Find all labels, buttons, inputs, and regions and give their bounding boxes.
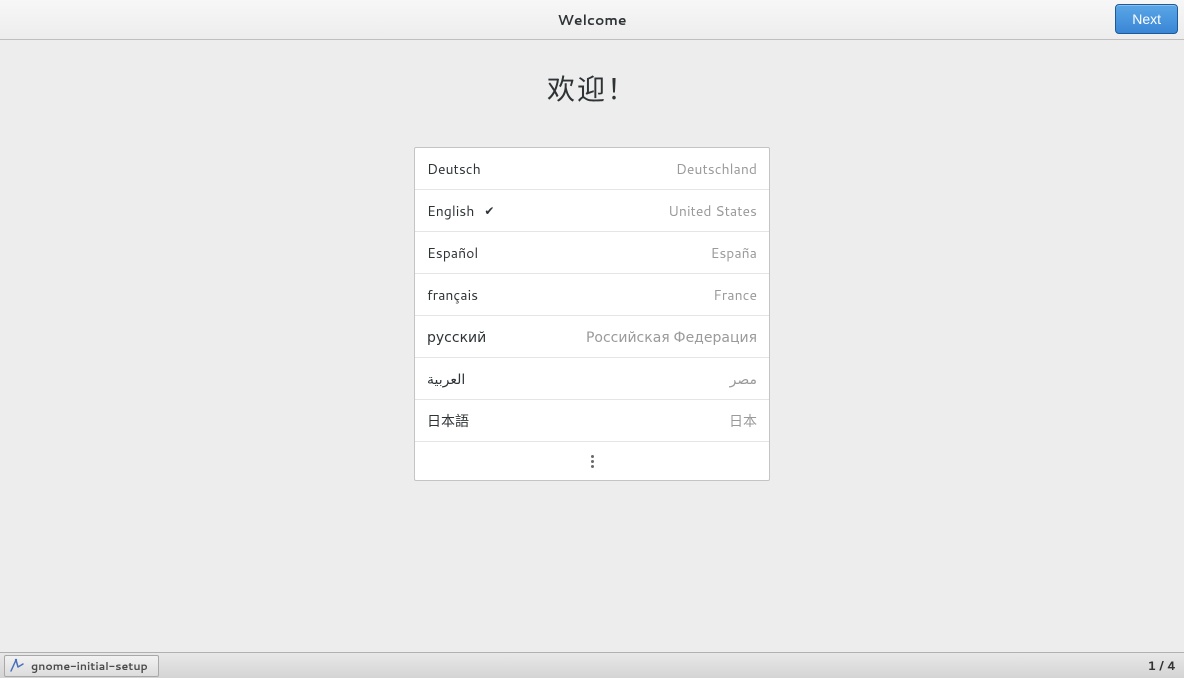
language-row-japanese[interactable]: 日本語 日本 bbox=[415, 400, 769, 442]
language-list: Deutsch Deutschland English ✔ United Sta… bbox=[414, 147, 770, 481]
language-country: España bbox=[711, 243, 757, 263]
language-name: français bbox=[427, 285, 478, 305]
language-country: France bbox=[713, 285, 757, 305]
main-content: 欢迎！ Deutsch Deutschland English ✔ United… bbox=[0, 40, 1184, 481]
language-name: русский bbox=[427, 327, 486, 347]
header-bar: Welcome Next bbox=[0, 0, 1184, 40]
taskbar-app-button[interactable]: gnome-initial-setup bbox=[4, 655, 159, 677]
language-country: United States bbox=[668, 201, 757, 221]
language-row-deutsch[interactable]: Deutsch Deutschland bbox=[415, 148, 769, 190]
taskbar: gnome-initial-setup 1 / 4 bbox=[0, 652, 1184, 678]
language-country: مصر bbox=[730, 369, 757, 389]
app-icon bbox=[9, 658, 25, 674]
welcome-heading: 欢迎！ bbox=[547, 68, 637, 109]
language-row-espanol[interactable]: Español España bbox=[415, 232, 769, 274]
language-country: Российская Федерация bbox=[586, 327, 757, 347]
language-name: Deutsch bbox=[427, 159, 481, 179]
language-row-english[interactable]: English ✔ United States bbox=[415, 190, 769, 232]
language-name: English bbox=[427, 201, 474, 221]
next-button[interactable]: Next bbox=[1115, 4, 1178, 34]
language-row-arabic[interactable]: العربية مصر bbox=[415, 358, 769, 400]
language-name: العربية bbox=[427, 369, 465, 389]
check-icon: ✔ bbox=[484, 202, 494, 219]
more-icon bbox=[591, 455, 594, 468]
language-country: Deutschland bbox=[676, 159, 757, 179]
language-row-francais[interactable]: français France bbox=[415, 274, 769, 316]
more-languages-button[interactable] bbox=[415, 442, 769, 480]
taskbar-app-label: gnome-initial-setup bbox=[31, 658, 148, 674]
language-name: 日本語 bbox=[427, 411, 469, 431]
page-title: Welcome bbox=[557, 10, 626, 30]
language-row-russian[interactable]: русский Российская Федерация bbox=[415, 316, 769, 358]
workspace-indicator[interactable]: 1 / 4 bbox=[1148, 657, 1180, 674]
language-name: Español bbox=[427, 243, 478, 263]
language-country: 日本 bbox=[729, 411, 757, 431]
